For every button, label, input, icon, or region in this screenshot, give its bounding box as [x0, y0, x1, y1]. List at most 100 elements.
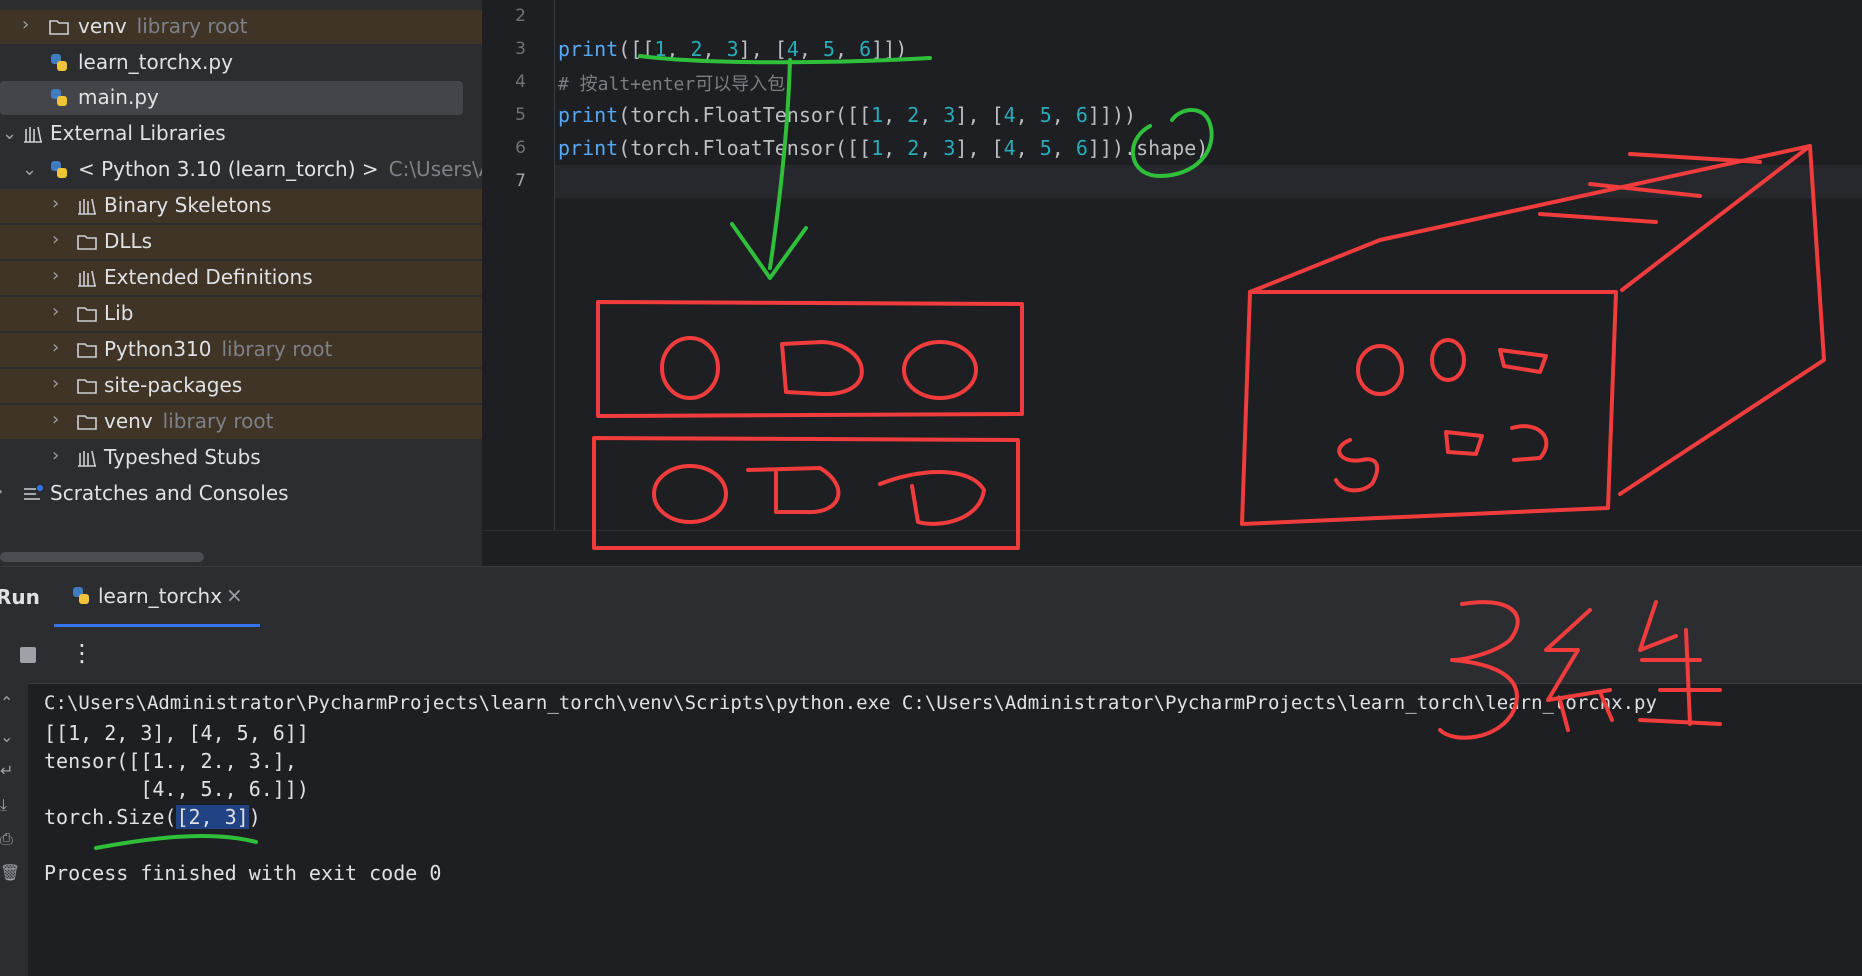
arrow-down-icon[interactable]: ⌄	[0, 727, 13, 746]
code-token: ,	[835, 37, 860, 61]
library-icon	[78, 270, 96, 287]
code-token: ], [	[955, 103, 1004, 127]
code-token: 3	[943, 103, 956, 127]
code-token: 6	[859, 37, 872, 61]
code-token: (torch.FloatTensor([[	[618, 136, 872, 160]
line-number-gutter: 2 3 4 5 6 7	[482, 0, 555, 530]
tree-item-main-py[interactable]: main.py	[0, 81, 482, 115]
tree-item-extended-definitions[interactable]: › Extended Definitions	[0, 261, 482, 295]
trash-icon[interactable]: 🗑	[0, 863, 20, 882]
stop-button[interactable]	[20, 647, 36, 663]
console-text: torch.Size(	[44, 805, 177, 829]
run-toolbar: ⋮	[0, 627, 1862, 684]
python-icon	[73, 587, 89, 604]
tree-item-label: Lib	[104, 301, 134, 325]
tree-item-python310[interactable]: › Python310 library root	[0, 333, 482, 367]
tree-item-scratches[interactable]: › Scratches and Consoles	[0, 477, 482, 511]
code-editor[interactable]: 2 3 4 5 6 7 print([[1, 2, 3], [4, 5, 6]]…	[482, 0, 1862, 567]
code-token: 3	[943, 136, 956, 160]
chevron-down-icon[interactable]: ⌄	[2, 125, 17, 143]
console-line: Process finished with exit code 0	[44, 861, 442, 885]
more-options-icon[interactable]: ⋮	[70, 639, 94, 667]
chevron-right-icon[interactable]: ›	[52, 447, 66, 465]
horizontal-scrollbar[interactable]	[0, 552, 204, 562]
code-token: 5	[1039, 103, 1052, 127]
tree-item-lib[interactable]: › Lib	[0, 297, 482, 331]
code-token: ,	[798, 37, 823, 61]
run-tool-window: Run learn_torchx × ⋮ ⌃ ⌄ ↵ ⤓ ⎙ 🗑 C:\User…	[0, 566, 1862, 976]
tree-item-typeshed-stubs[interactable]: › Typeshed Stubs	[0, 441, 482, 475]
tree-item-label: DLLs	[104, 229, 153, 253]
print-icon[interactable]: ⎙	[0, 829, 13, 849]
code-token: 1	[871, 136, 884, 160]
code-line-6[interactable]: print(torch.FloatTensor([[1, 2, 3], [4, …	[558, 136, 1208, 160]
code-token: ,	[702, 37, 727, 61]
code-token: ([[	[618, 37, 655, 61]
folder-icon	[77, 343, 97, 358]
current-line-highlight	[555, 165, 1862, 198]
chevron-right-icon[interactable]: ›	[52, 339, 66, 357]
console-line: [[1, 2, 3], [4, 5, 6]]	[44, 721, 309, 745]
tree-item-python-sdk[interactable]: ⌄ < Python 3.10 (learn_torch) > C:\Users\…	[0, 153, 482, 187]
editor-footer	[482, 530, 1862, 567]
code-line-5[interactable]: print(torch.FloatTensor([[1, 2, 3], [4, …	[558, 103, 1136, 127]
tree-item-venv-root[interactable]: › venv library root	[0, 10, 482, 44]
project-tool-window: › venv library root learn_torchx.py main.…	[0, 0, 482, 566]
tree-item-label: External Libraries	[50, 121, 226, 145]
tree-item-site-packages[interactable]: › site-packages	[0, 369, 482, 403]
close-icon[interactable]: ×	[226, 583, 243, 607]
folder-icon	[77, 415, 97, 430]
scratches-icon	[24, 485, 43, 500]
console-line: tensor([[1., 2., 3.],	[44, 749, 297, 773]
library-icon	[78, 450, 96, 467]
soft-wrap-icon[interactable]: ↵	[0, 761, 13, 780]
tree-item-learn-torchx[interactable]: learn_torchx.py	[0, 46, 482, 80]
tree-item-label: main.py	[78, 85, 159, 109]
run-tab-learn-torchx[interactable]: learn_torchx ×	[54, 567, 260, 627]
code-token: 4	[1003, 136, 1016, 160]
scroll-to-end-icon[interactable]: ⤓	[0, 795, 7, 815]
tree-item-dlls[interactable]: › DLLs	[0, 225, 482, 259]
code-token: ]]))	[1087, 103, 1137, 127]
tree-item-label: Python310 library root	[104, 337, 333, 361]
chevron-right-icon[interactable]: ›	[52, 231, 66, 249]
code-token: 4	[786, 37, 799, 61]
tab-label: learn_torchx	[98, 584, 223, 608]
line-number: 5	[515, 105, 526, 125]
chevron-right-icon[interactable]: ›	[52, 267, 66, 285]
code-token: print	[558, 136, 619, 160]
chevron-right-icon[interactable]: ›	[52, 375, 66, 393]
code-token: ,	[1051, 103, 1076, 127]
line-number: 2	[515, 6, 526, 26]
tree-item-binary-skeletons[interactable]: › Binary Skeletons	[0, 189, 482, 223]
chevron-right-icon[interactable]: ›	[52, 195, 66, 213]
code-token: 6	[1075, 103, 1088, 127]
chevron-right-icon[interactable]: ›	[0, 483, 10, 501]
chevron-right-icon[interactable]: ›	[52, 303, 66, 321]
run-side-toolbar: ⌃ ⌄ ↵ ⤓ ⎙ 🗑	[0, 683, 28, 976]
chevron-right-icon[interactable]: ›	[52, 411, 66, 429]
tree-item-label: site-packages	[104, 373, 243, 397]
code-line-4-comment[interactable]: # 按alt+enter可以导入包	[558, 70, 785, 96]
code-token: ,	[883, 136, 908, 160]
code-token: 5	[1039, 136, 1052, 160]
tree-item-label: < Python 3.10 (learn_torch) >C:\Users\Ad…	[78, 157, 482, 181]
folder-icon	[77, 235, 97, 250]
chevron-right-icon[interactable]: ›	[22, 16, 36, 34]
line-number: 6	[515, 138, 526, 158]
chevron-down-icon[interactable]: ⌄	[22, 161, 37, 179]
tree-item-external-libraries[interactable]: ⌄ External Libraries	[0, 117, 482, 151]
code-token: print	[558, 103, 619, 127]
library-icon	[24, 126, 42, 143]
code-token: print	[558, 37, 619, 61]
code-token: 5	[822, 37, 836, 61]
tree-item-label: Scratches and Consoles	[50, 481, 289, 505]
code-line-3[interactable]: print([[1, 2, 3], [4, 5, 6]])	[558, 37, 907, 61]
folder-icon	[77, 307, 97, 322]
folder-icon	[77, 379, 97, 394]
code-token: ], [	[738, 37, 787, 61]
console-line: C:\Users\Administrator\PycharmProjects\l…	[44, 692, 1657, 714]
tree-item-venv-sdk[interactable]: › venv library root	[0, 405, 482, 439]
arrow-up-icon[interactable]: ⌃	[0, 693, 13, 712]
tree-item-label: venv library root	[104, 409, 274, 433]
